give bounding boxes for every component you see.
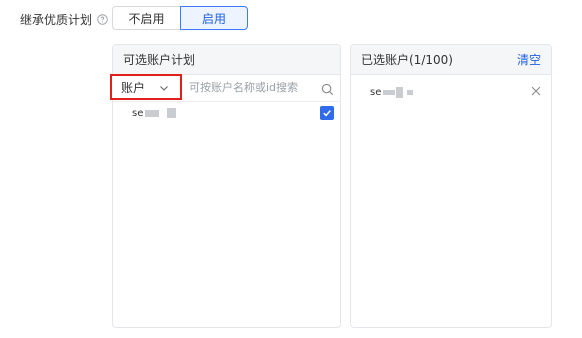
selected-accounts-panel: 已选账户(1/100) 清空 se <box>350 44 552 328</box>
search-icon[interactable] <box>321 81 334 100</box>
search-type-value: 账户 <box>121 80 146 95</box>
blurred-text <box>396 86 404 98</box>
available-accounts-header: 可选账户计划 <box>113 45 340 75</box>
close-icon[interactable] <box>531 86 541 99</box>
disable-option[interactable]: 不启用 <box>112 6 180 30</box>
list-item[interactable]: se <box>113 102 340 124</box>
search-row: 账户 <box>110 74 340 102</box>
account-name: se <box>370 86 382 98</box>
account-name: se <box>132 107 144 119</box>
search-type-select[interactable]: 账户 <box>110 74 182 100</box>
inherit-plan-text: 继承优质计划 <box>20 13 93 27</box>
check-icon <box>323 110 331 117</box>
selected-accounts-header: 已选账户(1/100) 清空 <box>351 45 551 75</box>
blurred-text <box>167 108 177 118</box>
clear-button[interactable]: 清空 <box>517 51 541 68</box>
available-accounts-title: 可选账户计划 <box>123 53 196 67</box>
search-input[interactable] <box>185 75 323 99</box>
chevron-down-icon <box>158 82 170 97</box>
item-checkbox[interactable] <box>320 106 334 120</box>
blurred-text <box>145 109 160 117</box>
list-item: se <box>351 81 551 103</box>
enable-option[interactable]: 启用 <box>180 6 248 30</box>
help-icon[interactable] <box>97 14 108 25</box>
inherit-plan-label: 继承优质计划 <box>20 11 108 28</box>
blurred-text <box>383 89 396 95</box>
blurred-text <box>407 89 414 95</box>
inherit-plan-toggle: 不启用 启用 <box>112 6 248 30</box>
selected-accounts-title: 已选账户(1/100) <box>361 53 453 67</box>
available-accounts-panel: 可选账户计划 账户 se <box>110 44 341 328</box>
